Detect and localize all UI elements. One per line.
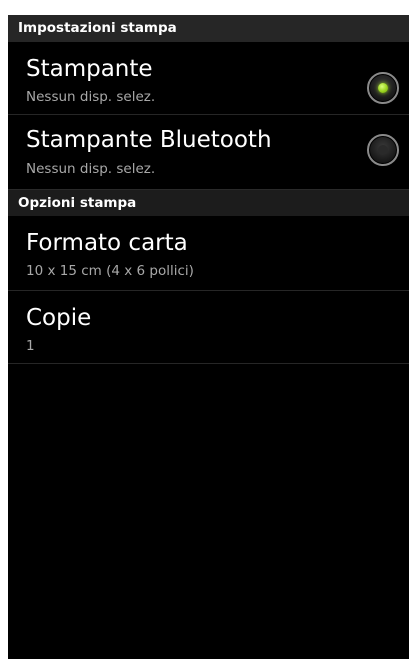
settings-screen: Impostazioni stampa Stampante Nessun dis… xyxy=(8,15,409,659)
bluetooth-printer-option[interactable]: Stampante Bluetooth Nessun disp. selez. xyxy=(8,115,409,189)
copies-value: 1 xyxy=(26,338,35,354)
bluetooth-printer-title: Stampante Bluetooth xyxy=(26,127,272,153)
printer-option[interactable]: Stampante Nessun disp. selez. xyxy=(8,42,409,115)
paper-size-option[interactable]: Formato carta 10 x 15 cm (4 x 6 pollici) xyxy=(8,216,409,291)
bluetooth-printer-radio-button[interactable] xyxy=(367,134,399,166)
bluetooth-printer-subtitle: Nessun disp. selez. xyxy=(26,161,156,177)
radio-unselected-icon xyxy=(378,145,388,155)
printer-title: Stampante xyxy=(26,56,153,82)
copies-option[interactable]: Copie 1 xyxy=(8,291,409,364)
paper-size-value: 10 x 15 cm (4 x 6 pollici) xyxy=(26,263,194,279)
printer-subtitle: Nessun disp. selez. xyxy=(26,89,156,105)
radio-selected-icon xyxy=(378,83,388,93)
printer-radio-button[interactable] xyxy=(367,72,399,104)
copies-title: Copie xyxy=(26,305,92,331)
section-header-print-settings: Impostazioni stampa xyxy=(8,15,409,42)
paper-size-title: Formato carta xyxy=(26,230,188,256)
section-header-print-options: Opzioni stampa xyxy=(8,189,409,216)
